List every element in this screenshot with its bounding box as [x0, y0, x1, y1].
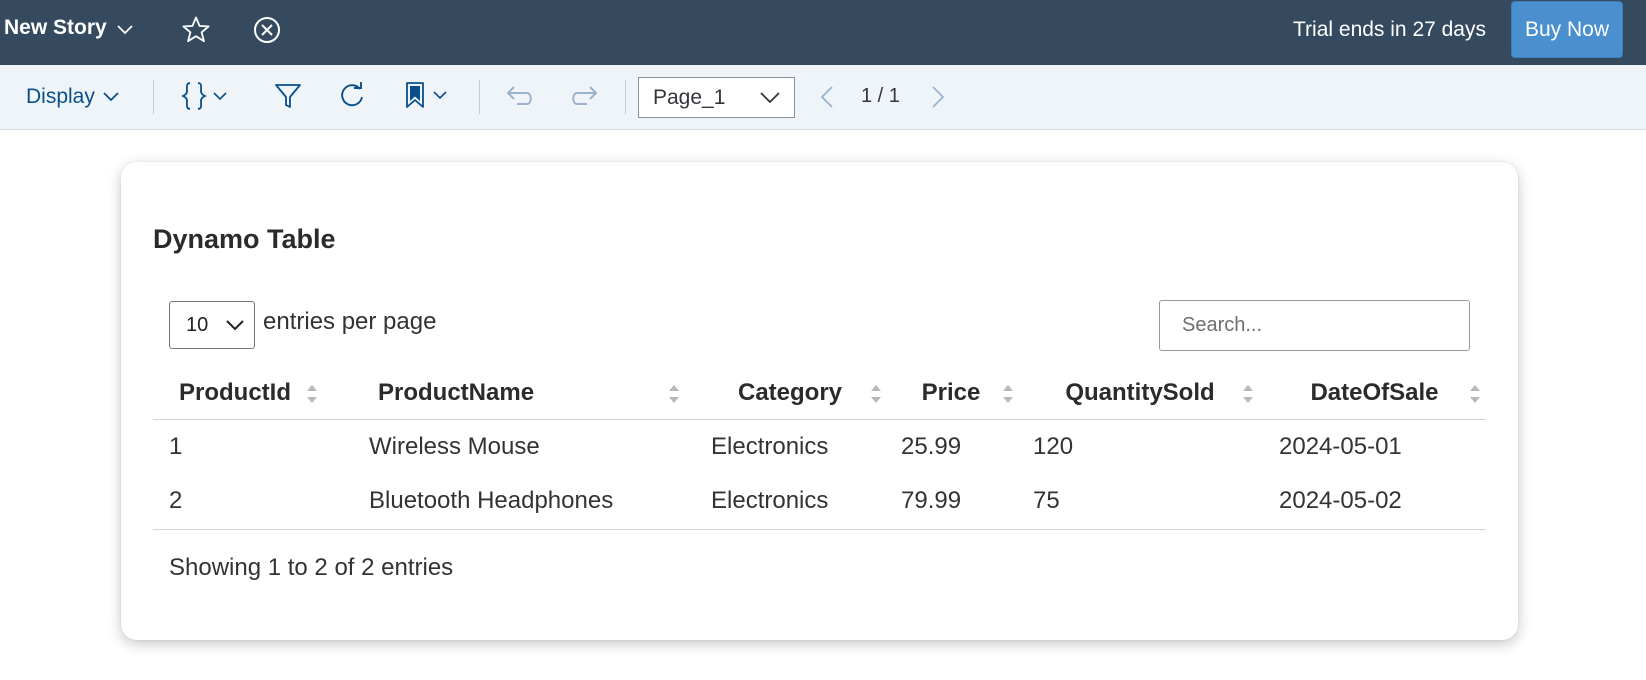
column-header-label: ProductName — [378, 378, 535, 406]
column-header-quantitysold[interactable]: QuantitySold — [1017, 367, 1263, 420]
sort-icon — [1243, 385, 1253, 403]
filter-icon — [275, 84, 301, 108]
column-header-productid[interactable]: ProductId — [153, 367, 353, 420]
cell-quantitysold: 120 — [1033, 432, 1074, 460]
column-header-label: QuantitySold — [1065, 378, 1215, 406]
display-label: Display — [26, 85, 95, 108]
shell-bar: New Story Trial ends in 27 days Buy Now — [0, 0, 1646, 65]
column-header-price[interactable]: Price — [885, 367, 1017, 420]
buy-now-button[interactable]: Buy Now — [1511, 1, 1623, 58]
entries-per-page-select[interactable]: 10 — [169, 301, 255, 349]
curly-braces-icon — [181, 82, 207, 110]
entries-select-value: 10 — [186, 313, 209, 336]
close-circle-icon[interactable] — [252, 15, 282, 45]
undo-icon — [506, 86, 532, 105]
cell-category: Electronics — [711, 432, 829, 460]
chevron-down-icon — [433, 90, 447, 99]
cell-dateofsale: 2024-05-02 — [1263, 474, 1486, 530]
sort-icon — [1003, 385, 1013, 403]
undo-button[interactable] — [505, 83, 533, 109]
bookmark-icon — [406, 82, 424, 108]
sort-icon — [871, 385, 881, 403]
column-header-label: ProductId — [179, 378, 291, 406]
table-title: Dynamo Table — [153, 224, 336, 254]
data-table: ProductId ProductName Category Price Qua… — [153, 367, 1486, 530]
entries-per-page-label: entries per page — [263, 308, 437, 335]
trial-notice: Trial ends in 27 days — [1293, 18, 1486, 41]
chevron-down-icon — [213, 91, 227, 100]
toolbar-separator — [153, 80, 154, 114]
cell-category: Electronics — [695, 474, 885, 530]
table-header-row: ProductId ProductName Category Price Qua… — [153, 367, 1486, 420]
sort-icon — [1470, 385, 1480, 403]
column-header-dateofsale[interactable]: DateOfSale — [1263, 367, 1486, 420]
page-select-value: Page_1 — [653, 85, 726, 109]
story-title: New Story — [4, 16, 107, 39]
cell-dateofsale: 2024-05-01 — [1279, 432, 1402, 460]
cell-productname: Bluetooth Headphones — [353, 474, 695, 530]
filter-button[interactable] — [274, 82, 302, 110]
chevron-down-icon — [760, 91, 780, 103]
cell-productid: 1 — [169, 432, 183, 460]
cell-productid: 2 — [153, 474, 353, 530]
star-icon[interactable] — [181, 15, 211, 45]
column-header-label: Price — [921, 378, 981, 406]
column-header-label: Category — [737, 378, 843, 406]
column-header-productname[interactable]: ProductName — [353, 367, 695, 420]
table-info: Showing 1 to 2 of 2 entries — [169, 554, 454, 581]
cell-price: 25.99 — [901, 432, 962, 460]
chevron-left-icon — [820, 86, 833, 108]
column-header-label: DateOfSale — [1310, 378, 1439, 406]
formula-menu-button[interactable] — [181, 81, 227, 111]
redo-icon — [572, 86, 598, 105]
redo-button[interactable] — [571, 83, 599, 109]
chevron-right-icon — [932, 86, 945, 108]
table-search-input[interactable] — [1159, 300, 1470, 351]
table-row: 2 Bluetooth Headphones Electronics 79.99… — [153, 474, 1486, 530]
story-toolbar: Display Page_1 1 / 1 — [0, 65, 1646, 130]
toolbar-separator — [479, 80, 480, 114]
chevron-down-icon — [226, 319, 244, 330]
sort-icon — [669, 385, 679, 403]
cell-quantitysold: 75 — [1017, 474, 1263, 530]
chevron-down-icon — [103, 92, 119, 102]
refresh-icon — [341, 82, 363, 107]
story-title-menu[interactable]: New Story — [4, 16, 133, 40]
display-menu-button[interactable]: Display — [26, 85, 119, 109]
previous-page-button[interactable] — [820, 85, 834, 109]
page-indicator: 1 / 1 — [861, 85, 900, 107]
cell-price: 79.99 — [885, 474, 1017, 530]
refresh-button[interactable] — [338, 82, 366, 110]
sort-icon — [307, 385, 317, 403]
cell-productname: Wireless Mouse — [369, 432, 540, 460]
next-page-button[interactable] — [931, 85, 945, 109]
table-row: 1 Wireless Mouse Electronics 25.99 120 2… — [153, 419, 1486, 474]
column-header-category[interactable]: Category — [695, 367, 885, 420]
chevron-down-icon — [117, 24, 133, 34]
page-select[interactable]: Page_1 — [638, 77, 795, 118]
table-card: Dynamo Table 10 entries per page Product… — [121, 162, 1518, 640]
bookmark-menu-button[interactable] — [405, 81, 447, 109]
toolbar-separator — [625, 80, 626, 114]
